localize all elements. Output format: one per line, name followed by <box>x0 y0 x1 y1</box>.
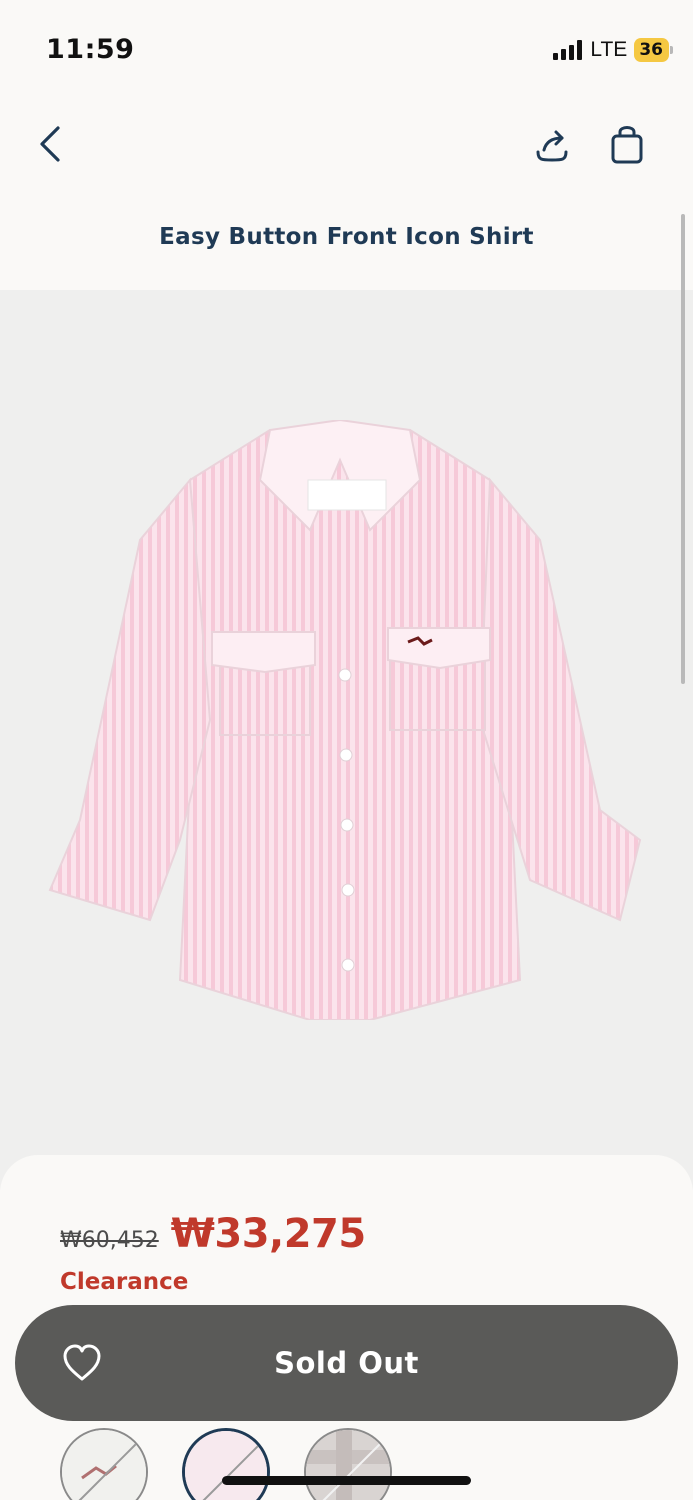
product-image <box>48 420 642 1020</box>
shopping-bag-icon <box>611 126 643 164</box>
home-indicator[interactable] <box>222 1476 471 1485</box>
status-indicators: LTE 36 <box>553 38 673 62</box>
sale-price: ₩33,275 <box>170 1211 366 1257</box>
price-row: ₩60,452 ₩33,275 <box>60 1211 366 1257</box>
sold-out-button[interactable]: Sold Out <box>15 1305 678 1421</box>
battery-icon: 36 <box>634 38 673 62</box>
nav-bar <box>0 100 693 190</box>
share-icon <box>536 130 568 162</box>
sold-out-label: Sold Out <box>274 1346 419 1380</box>
pink-stripe-swatch-icon <box>185 1431 267 1500</box>
shopping-bag-button[interactable] <box>604 120 650 170</box>
back-button[interactable] <box>30 120 74 168</box>
plaid-swatch-icon <box>306 1430 390 1500</box>
product-title: Easy Button Front Icon Shirt <box>159 224 534 250</box>
chevron-left-icon <box>40 126 60 162</box>
status-time: 11:59 <box>46 34 135 65</box>
network-type: LTE <box>590 38 628 61</box>
signal-icon <box>553 40 583 60</box>
scrollbar[interactable] <box>681 214 685 684</box>
clearance-badge: Clearance <box>60 1269 189 1295</box>
product-image-carousel[interactable] <box>0 290 693 1384</box>
white-swatch-icon <box>62 1430 146 1500</box>
share-button[interactable] <box>528 122 576 170</box>
status-bar: 11:59 LTE 36 <box>0 0 693 100</box>
original-price: ₩60,452 <box>60 1228 159 1253</box>
